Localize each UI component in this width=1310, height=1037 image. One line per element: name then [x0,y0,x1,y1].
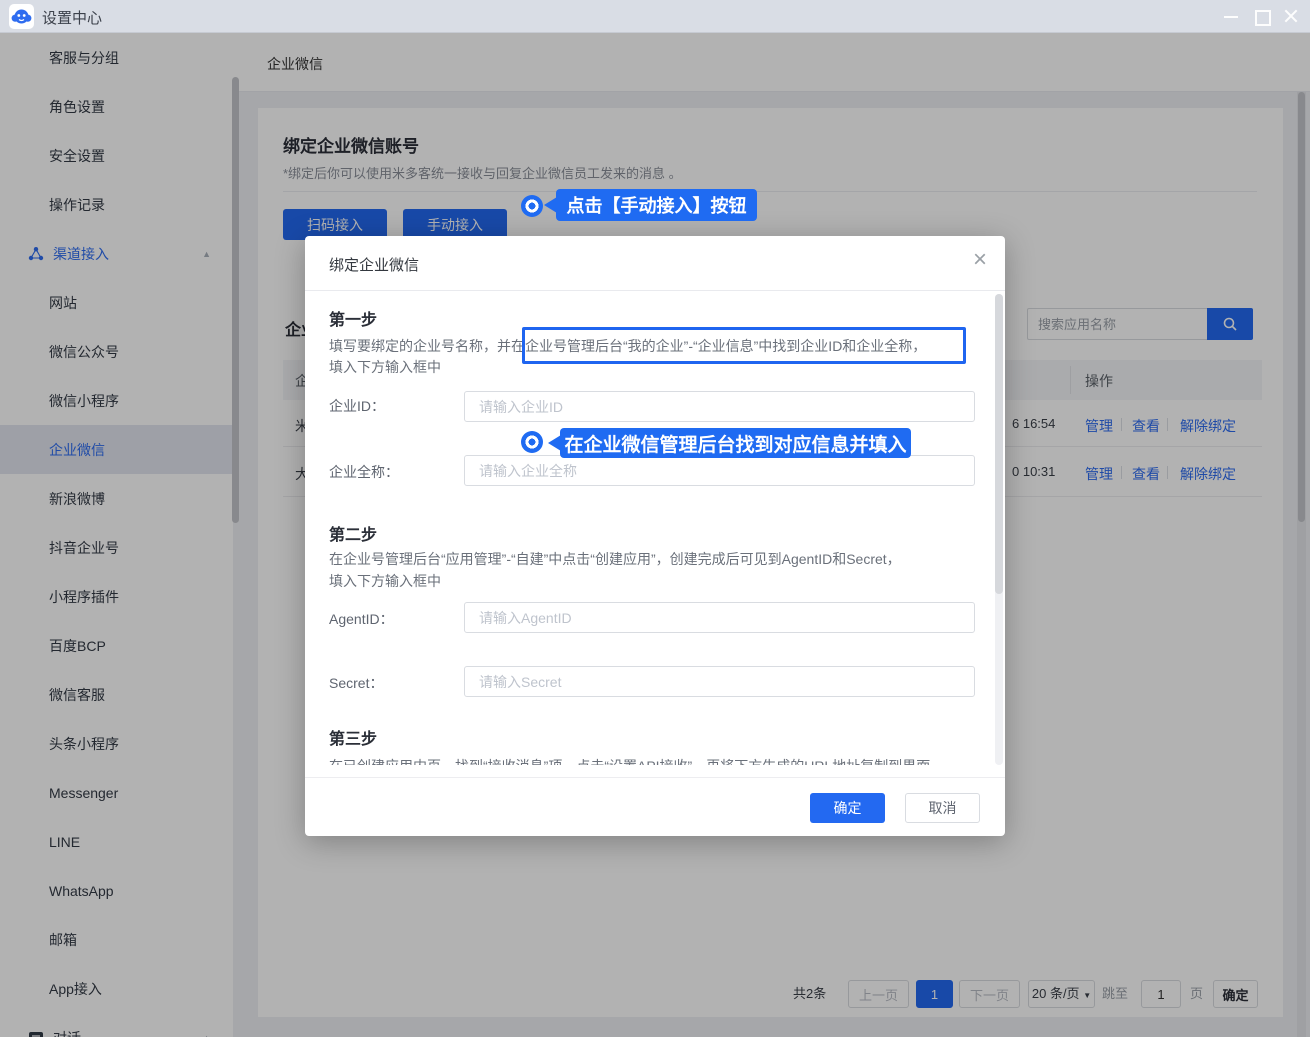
app-body: 客服与分组 角色设置 安全设置 操作记录 渠道接入 ▲ 网站 微信公众号 微信小… [0,33,1310,1037]
app-logo-icon [9,4,34,29]
step3-title: 第三步 [329,725,377,749]
step1-title: 第一步 [329,306,377,330]
step2-title: 第二步 [329,521,377,545]
corp-name-input[interactable] [464,455,975,486]
corp-id-label: 企业ID： [329,396,385,416]
annotation-marker [521,195,543,217]
step2-line2: 填入下方输入框中 [329,571,441,592]
agent-id-label: AgentID： [329,609,394,629]
modal-title: 绑定企业微信 [329,254,419,275]
bind-wechat-work-modal: 绑定企业微信 × 第一步 填写要绑定的企业号名称，并在企业号管理后台“我的企业”… [305,236,1005,836]
modal-cancel-button[interactable]: 取消 [905,793,980,823]
minimize-icon[interactable] [1216,0,1246,33]
annotation-marker [521,431,543,453]
annotation-callout-manual-button: 点击【手动接入】按钮 [556,189,757,221]
corp-name-label: 企业全称： [329,462,399,482]
step2-line1: 在企业号管理后台“应用管理”-“自建”中点击“创建应用”，创建完成后可见到Age… [329,549,974,570]
modal-ok-button[interactable]: 确定 [810,793,885,823]
window-title: 设置中心 [42,7,102,28]
corp-id-input[interactable] [464,391,975,422]
modal-scrollbar-thumb[interactable] [995,294,1003,594]
window-titlebar: 设置中心 [0,0,1310,33]
app-window: 设置中心 客服与分组 角色设置 安全设置 操作记录 渠道接入 [0,0,1310,1037]
secret-input[interactable] [464,666,975,697]
annotation-highlight-rect [522,327,966,364]
annotation-callout-fill-info: 在企业微信管理后台找到对应信息并填入 [560,428,911,458]
secret-label: Secret： [329,673,383,693]
agent-id-input[interactable] [464,602,975,633]
step1-line2: 填入下方输入框中 [329,357,441,378]
close-icon[interactable] [1276,0,1306,33]
step3-clipped-line: 在已创建应用内页，找到“接收消息”项，点击“设置API接收”，再将下方生成的UR… [329,756,974,765]
modal-close-icon[interactable]: × [973,248,987,272]
maximize-icon[interactable] [1246,0,1276,33]
